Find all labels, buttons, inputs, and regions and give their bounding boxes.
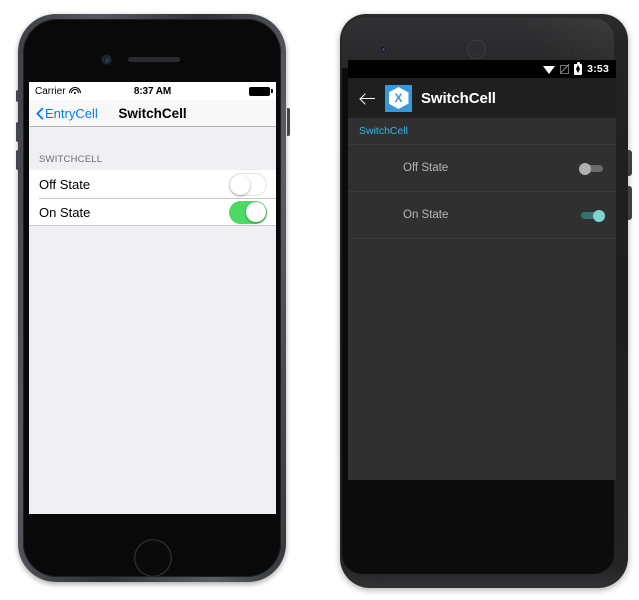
iphone-volume-up-button[interactable] [16, 122, 19, 142]
toggle-knob-icon [579, 162, 591, 175]
android-proximity-sensor [556, 49, 560, 53]
android-light-sensor [570, 49, 574, 53]
iphone-power-button[interactable] [287, 108, 290, 136]
android-row-label: On State [403, 209, 449, 221]
android-volume-button[interactable] [628, 186, 632, 220]
ios-navigation-bar: EntryCell SwitchCell [29, 100, 276, 127]
ios-switch-cell-on[interactable]: On State [29, 198, 276, 226]
android-switch-row-off[interactable]: Off State [348, 145, 616, 192]
toggle-knob-icon [593, 209, 605, 222]
chevron-left-icon [35, 106, 44, 120]
ios-clock: 8:37 AM [133, 85, 172, 97]
android-power-button[interactable] [628, 150, 632, 176]
wifi-icon [543, 65, 556, 74]
ios-back-button-label: EntryCell [45, 105, 98, 121]
page-title: SwitchCell [421, 89, 496, 107]
android-switch-row-on[interactable]: On State [348, 192, 616, 239]
ios-toggle-on-state[interactable] [229, 200, 267, 224]
ios-toggle-off-state[interactable] [229, 172, 267, 196]
toggle-knob-icon [230, 174, 251, 195]
ios-switch-cell-off[interactable]: Off State [29, 170, 276, 198]
android-list-view: SwitchCell Off State On State [348, 118, 616, 480]
xamarin-logo-icon: X [385, 84, 412, 112]
ios-cell-label: On State [39, 204, 91, 220]
android-device-frame: 3:53 X SwitchCell SwitchCell Off State O… [334, 10, 634, 593]
iphone-home-button[interactable] [134, 539, 172, 577]
ios-table-view: SWITCHCELL Off State On State [29, 127, 276, 514]
ios-status-bar: Carrier 8:37 AM [29, 82, 276, 100]
ios-cell-label: Off State [39, 176, 91, 192]
devices-comparison-stage: Carrier 8:37 AM EntryCell SwitchCell SWI… [0, 0, 639, 600]
android-screen: 3:53 X SwitchCell SwitchCell Off State O… [348, 60, 616, 480]
xamarin-logo-glyph: X [388, 87, 409, 109]
iphone-front-camera [102, 55, 111, 64]
ios-section-header: SWITCHCELL [39, 154, 103, 165]
arrow-left-icon[interactable] [359, 90, 376, 107]
iphone-device-frame: Carrier 8:37 AM EntryCell SwitchCell SWI… [10, 12, 296, 590]
android-earpiece-speaker [467, 40, 486, 59]
iphone-ring-switch[interactable] [16, 90, 19, 102]
android-toggle-off-state[interactable] [579, 162, 605, 175]
android-front-camera [380, 46, 387, 53]
android-clock: 3:53 [587, 63, 609, 75]
no-signal-icon [560, 64, 570, 74]
battery-full-icon [249, 86, 273, 96]
ios-back-button[interactable]: EntryCell [35, 106, 98, 121]
android-section-header: SwitchCell [348, 118, 616, 145]
toggle-knob-icon [245, 201, 266, 222]
iphone-earpiece-speaker [128, 57, 180, 62]
android-status-bar: 3:53 [348, 60, 616, 78]
android-row-label: Off State [403, 162, 449, 174]
iphone-volume-down-button[interactable] [16, 150, 19, 170]
battery-charging-icon [574, 61, 583, 75]
iphone-screen: Carrier 8:37 AM EntryCell SwitchCell SWI… [29, 82, 276, 514]
android-action-bar: X SwitchCell [348, 78, 616, 118]
android-toggle-on-state[interactable] [579, 209, 605, 222]
